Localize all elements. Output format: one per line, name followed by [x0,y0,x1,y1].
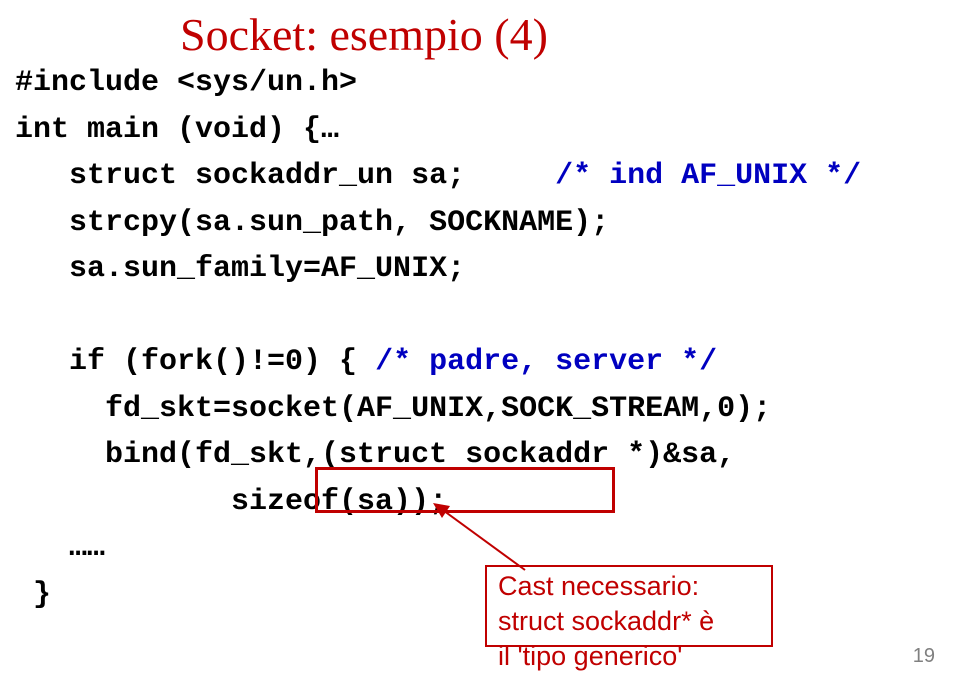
code-line: fd_skt=socket(AF_UNIX,SOCK_STREAM,0); [15,392,771,426]
code-line: …… [15,531,105,565]
code-comment: /* padre, server */ [375,345,717,379]
slide-title: Socket: esempio (4) [180,8,548,61]
callout-line: struct sockaddr* [498,606,699,636]
highlight-rectangle [315,467,615,513]
code-line: } [15,578,51,612]
code-line: if (fork()!=0) { [15,345,375,379]
code-comment: /* ind AF_UNIX */ [555,159,861,193]
code-line: struct sockaddr_un sa; [15,159,555,193]
callout-text: Cast necessario: struct sockaddr* è il '… [498,569,714,674]
callout-line: il 'tipo generico' [498,641,682,671]
code-line: int main (void) {… [15,113,339,147]
code-line: sa.sun_family=AF_UNIX; [15,252,465,286]
callout-line: Cast necessario: [498,571,699,601]
callout-line: è [699,606,714,636]
page-number: 19 [913,645,935,668]
code-line: #include <sys/un.h> [15,66,357,100]
code-line: strcpy(sa.sun_path, SOCKNAME); [15,206,609,240]
